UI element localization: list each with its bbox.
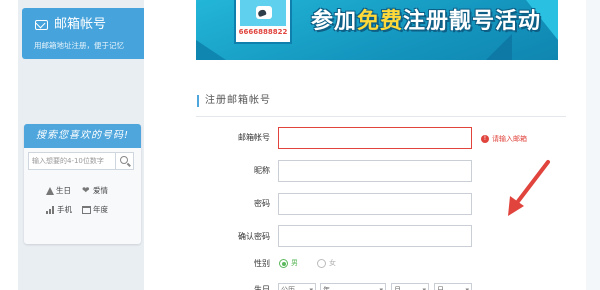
birthday-year-select[interactable]: 年 <box>320 283 386 290</box>
birthday-day-select[interactable]: 日 <box>434 283 472 290</box>
category-label: 爱情 <box>93 186 108 195</box>
number-search-title: 搜索您喜欢的号码! <box>24 124 141 148</box>
category-love[interactable]: ❤ 爱情 <box>82 185 108 196</box>
category-birthday[interactable]: 生日 <box>46 185 71 196</box>
sidebar-tab-title-text: 邮箱帐号 <box>54 17 107 32</box>
password-label: 密码 <box>254 199 270 208</box>
annotation-arrow-icon <box>508 160 550 216</box>
sidebar-tab-title: 邮箱帐号 <box>35 17 106 33</box>
banner-text-suffix: 注册靓号活动 <box>403 9 542 34</box>
gender-female-label: 女 <box>329 259 336 267</box>
birthday-calendar-select[interactable]: 公历 <box>278 283 316 290</box>
mail-icon <box>35 20 48 30</box>
category-label: 手机 <box>57 205 72 214</box>
gender-male-radio[interactable]: 男 <box>279 258 298 268</box>
banner-decor <box>196 40 226 60</box>
radio-unchecked-icon <box>317 258 326 268</box>
banner-text-prefix: 参加 <box>311 9 358 34</box>
calendar-icon <box>82 205 91 214</box>
banner-headline: 参加免费注册靓号活动 <box>311 3 541 35</box>
phone-hand-icon <box>256 6 272 19</box>
confirm-password-label: 确认密码 <box>238 232 270 241</box>
section-divider <box>196 116 566 117</box>
sidebar-tab-description: 用邮箱地址注册，便于记忆 <box>34 41 124 50</box>
number-search-panel: 搜索您喜欢的号码! 输入想要的4-10位数字 生日 ❤ 爱情 手机 年度 <box>24 124 141 244</box>
signal-bars-icon <box>46 205 55 214</box>
email-label: 邮箱帐号 <box>238 133 270 142</box>
birthday-label: 生日 <box>254 285 270 290</box>
category-label: 生日 <box>56 186 71 195</box>
category-label: 年度 <box>93 205 108 214</box>
number-search-input[interactable]: 输入想要的4-10位数字 <box>28 152 116 170</box>
email-error: ! 请输入邮箱 <box>481 134 527 144</box>
search-button[interactable] <box>116 152 134 170</box>
email-input[interactable] <box>278 127 472 149</box>
gender-label: 性别 <box>254 259 270 268</box>
banner-text-highlight: 免费 <box>357 9 404 34</box>
banner-phone-card: 6666888822 <box>234 0 292 44</box>
heart-icon: ❤ <box>82 185 90 196</box>
promo-banner[interactable]: 6666888822 参加免费注册靓号活动 <box>196 0 558 60</box>
banner-phone-screen <box>240 0 286 26</box>
confirm-password-input[interactable] <box>278 225 472 247</box>
category-mobile[interactable]: 手机 <box>46 204 72 215</box>
error-icon: ! <box>481 135 489 143</box>
banner-decor <box>486 34 512 60</box>
email-error-text: 请输入邮箱 <box>492 135 527 143</box>
main-content: 6666888822 参加免费注册靓号活动 注册邮箱帐号 邮箱帐号 ! 请输入邮… <box>144 0 600 290</box>
search-icon <box>120 156 128 164</box>
nickname-label: 昵称 <box>254 166 270 175</box>
left-gutter <box>0 0 18 290</box>
birthday-month-select[interactable]: 月 <box>391 283 429 290</box>
radio-checked-icon <box>279 258 288 268</box>
form-section-title: 注册邮箱帐号 <box>197 95 271 107</box>
banner-phone-number: 6666888822 <box>238 28 288 36</box>
category-year[interactable]: 年度 <box>82 204 108 215</box>
password-input[interactable] <box>278 193 472 215</box>
number-search-row: 输入想要的4-10位数字 <box>28 152 134 170</box>
nickname-input[interactable] <box>278 160 472 182</box>
right-gutter <box>586 0 600 290</box>
gender-female-radio[interactable]: 女 <box>317 258 336 268</box>
sidebar-tab-email-account[interactable]: 邮箱帐号 用邮箱地址注册，便于记忆 <box>22 8 154 59</box>
triangle-icon <box>46 186 54 195</box>
gender-male-label: 男 <box>291 259 298 267</box>
